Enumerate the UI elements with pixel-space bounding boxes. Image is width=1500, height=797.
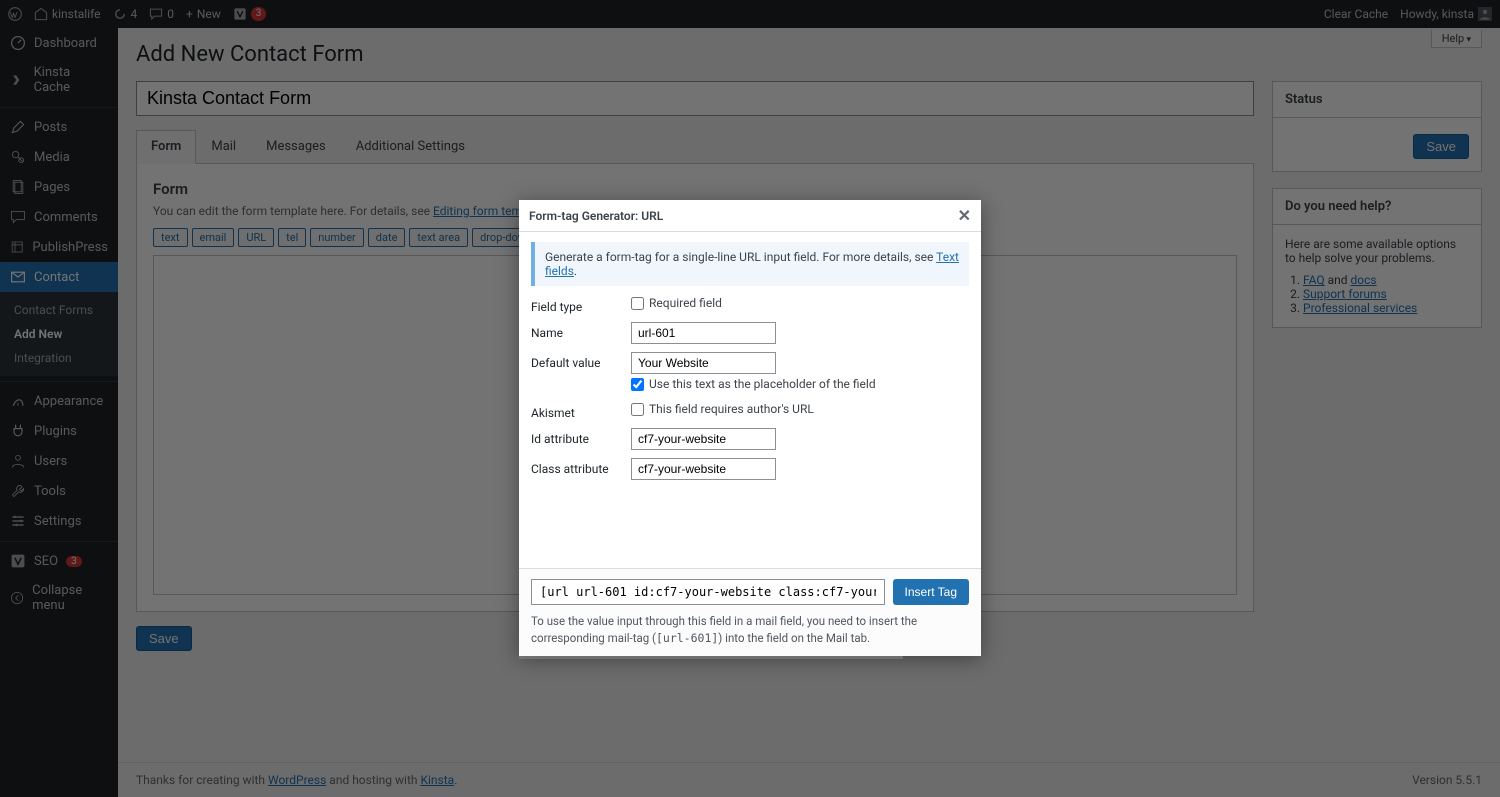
required-label: Required field [649, 296, 722, 310]
akismet-label: Akismet [531, 402, 631, 420]
class-attribute-input[interactable] [631, 458, 776, 480]
placeholder-checkbox[interactable] [631, 378, 644, 391]
placeholder-label: Use this text as the placeholder of the … [649, 377, 876, 391]
id-attribute-label: Id attribute [531, 428, 631, 446]
required-checkbox[interactable] [631, 297, 644, 310]
generated-tag-output[interactable] [531, 579, 885, 605]
akismet-checkbox[interactable] [631, 403, 644, 416]
name-input[interactable] [631, 322, 776, 344]
mail-tag-hint: To use the value input through this fiel… [531, 613, 969, 648]
akismet-check-label: This field requires author's URL [649, 402, 814, 416]
modal-title: Form-tag Generator: URL [529, 209, 663, 223]
class-attribute-label: Class attribute [531, 458, 631, 476]
name-label: Name [531, 322, 631, 340]
field-type-label: Field type [531, 296, 631, 314]
insert-tag-button[interactable]: Insert Tag [893, 579, 969, 605]
close-icon[interactable]: ✕ [958, 206, 971, 225]
id-attribute-input[interactable] [631, 428, 776, 450]
modal-info: Generate a form-tag for a single-line UR… [531, 242, 969, 286]
form-tag-generator-modal: Form-tag Generator: URL ✕ Generate a for… [519, 200, 981, 656]
default-value-input[interactable] [631, 352, 776, 374]
default-value-label: Default value [531, 352, 631, 370]
